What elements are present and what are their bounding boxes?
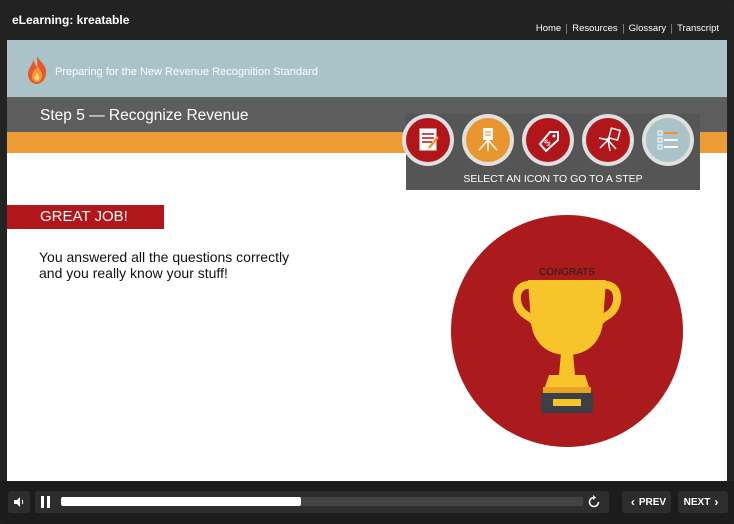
- step-2-button[interactable]: [462, 114, 514, 166]
- feedback-message: You answered all the questions correctly…: [39, 249, 339, 281]
- pause-icon: [47, 496, 50, 508]
- great-job-banner: GREAT JOB!: [7, 205, 164, 229]
- chevron-right-icon: ›: [714, 495, 719, 509]
- replay-icon[interactable]: [587, 495, 601, 509]
- trophy-icon: [512, 280, 622, 413]
- checklist-icon: [646, 118, 690, 162]
- top-bar: eLearning: kreatable Home Resources Glos…: [0, 0, 734, 40]
- player-controls: ‹ PREV NEXT ›: [0, 481, 734, 524]
- flame-logo-icon: [28, 56, 47, 84]
- price-tag-icon: $: [526, 118, 570, 162]
- transcript-link[interactable]: Transcript: [672, 23, 724, 34]
- step-title: Step 5 — Recognize Revenue: [40, 107, 249, 124]
- course-title: Preparing for the New Revenue Recognitio…: [55, 66, 318, 78]
- step-1-button[interactable]: [402, 114, 454, 166]
- glossary-link[interactable]: Glossary: [624, 23, 671, 34]
- seekbar-container: [35, 491, 609, 513]
- banner-text: GREAT JOB!: [40, 208, 128, 225]
- next-button[interactable]: NEXT ›: [678, 491, 728, 513]
- feedback-line-1: You answered all the questions correctly: [39, 249, 290, 265]
- home-link[interactable]: Home: [531, 23, 566, 34]
- pause-button[interactable]: [40, 496, 52, 508]
- prev-label: PREV: [638, 496, 667, 508]
- step-selector-caption: SELECT AN ICON TO GO TO A STEP: [463, 173, 643, 185]
- slide-area: Preparing for the New Revenue Recognitio…: [7, 40, 727, 481]
- course-header: Preparing for the New Revenue Recognitio…: [7, 40, 727, 97]
- chevron-left-icon: ‹: [630, 495, 635, 509]
- pause-icon: [41, 496, 44, 508]
- course-player: eLearning: kreatable Home Resources Glos…: [0, 0, 734, 524]
- step-4-button[interactable]: [582, 114, 634, 166]
- step-selector: $ SELECT AN ICON TO GO TO A STEP: [402, 114, 700, 190]
- feedback-line-2: and you really know your stuff!: [39, 265, 228, 281]
- volume-button[interactable]: [8, 491, 30, 513]
- speaker-icon: [14, 497, 24, 507]
- top-nav: Home Resources Glossary Transcript: [531, 23, 724, 34]
- prev-button[interactable]: ‹ PREV: [622, 491, 671, 513]
- allocate-icon: [586, 118, 630, 162]
- obligations-icon: [466, 118, 510, 162]
- next-label: NEXT: [683, 496, 711, 508]
- seek-progress: [61, 497, 302, 506]
- trophy-badge: CONGRATS: [451, 215, 683, 447]
- contract-icon: [406, 118, 450, 162]
- congrats-label: CONGRATS: [539, 267, 595, 278]
- seek-bar[interactable]: [61, 497, 583, 506]
- step-icons-row: $: [402, 114, 700, 168]
- app-title: eLearning: kreatable: [12, 13, 130, 27]
- step-3-button[interactable]: $: [522, 114, 574, 166]
- step-5-button[interactable]: [642, 114, 694, 166]
- resources-link[interactable]: Resources: [567, 23, 622, 34]
